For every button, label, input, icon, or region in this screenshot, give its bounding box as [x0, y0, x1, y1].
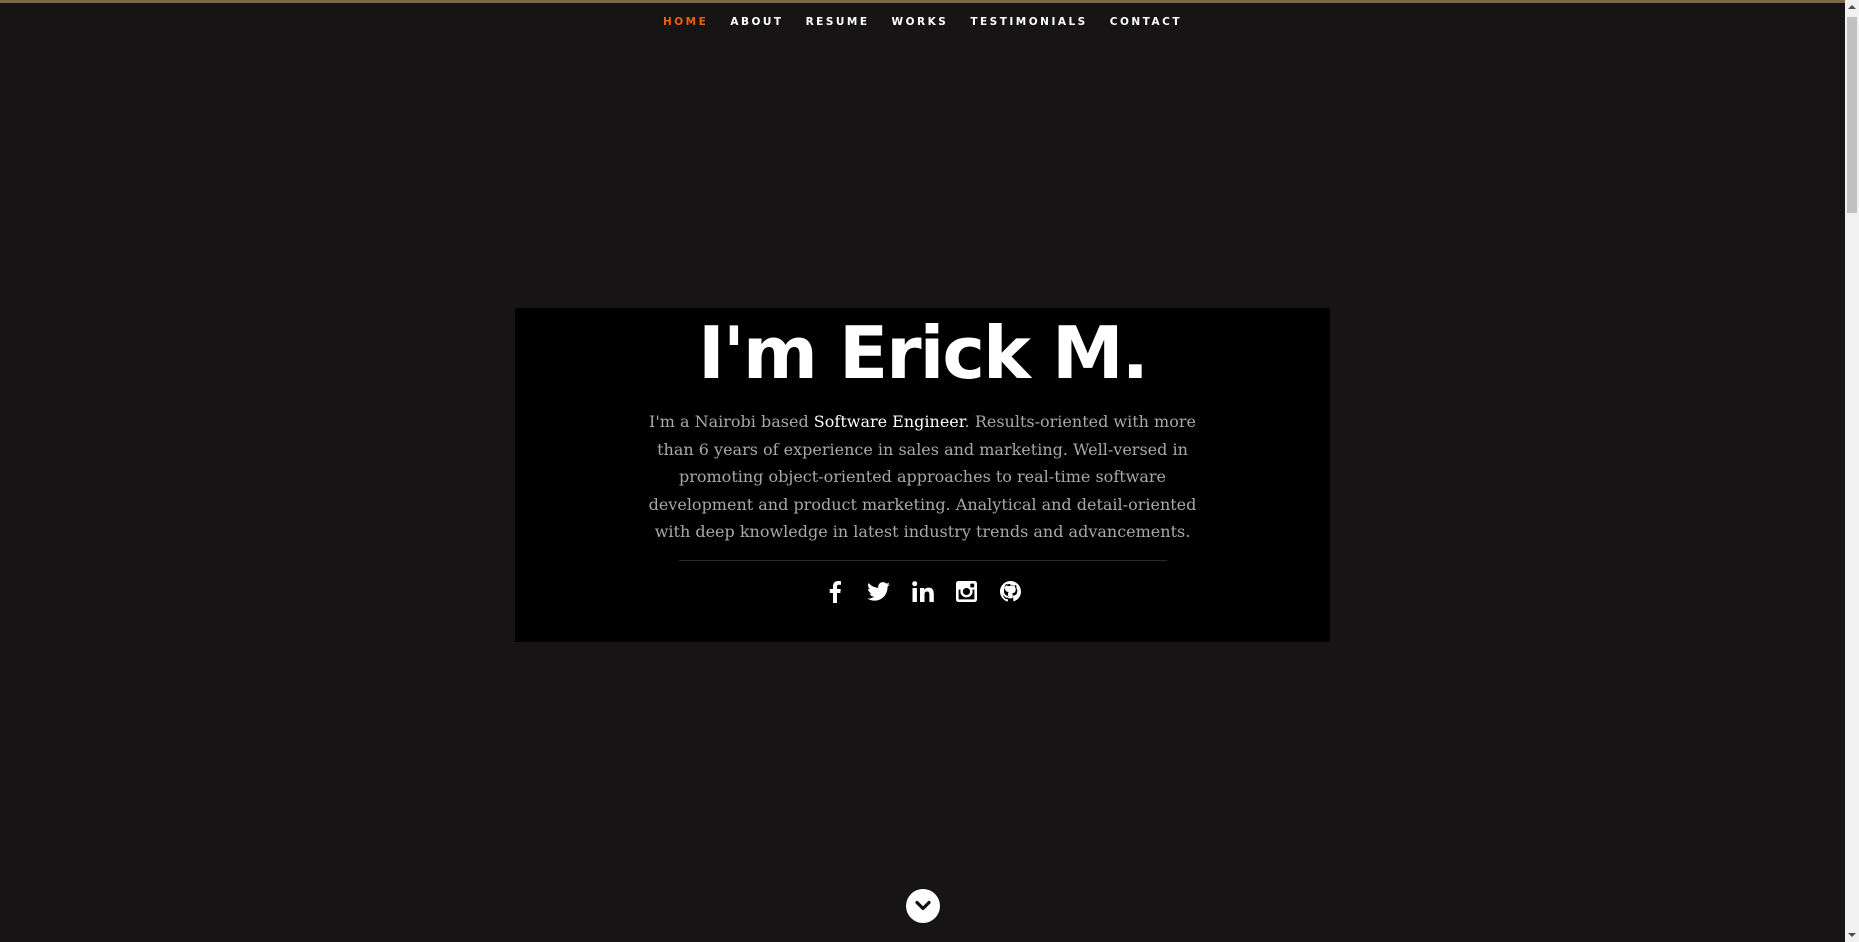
- twitter-icon[interactable]: [866, 579, 892, 605]
- nav-link-about[interactable]: ABOUT: [730, 10, 783, 34]
- nav-link-works[interactable]: WORKS: [892, 10, 949, 34]
- scroll-up-arrow-icon[interactable]: [1845, 0, 1859, 14]
- hero-banner: I'm Erick M. I'm a Nairobi based Softwar…: [515, 308, 1330, 642]
- scrollbar-thumb[interactable]: [1847, 17, 1857, 213]
- nav-item-works: WORKS: [892, 10, 949, 34]
- social-links: [515, 579, 1330, 605]
- facebook-icon[interactable]: [822, 579, 848, 605]
- intro-text-rest: . Results-oriented with more than 6 year…: [648, 412, 1197, 541]
- main-nav: HOME ABOUT RESUME WORKS TESTIMONIALS CON…: [0, 3, 1845, 41]
- nav-item-testimonials: TESTIMONIALS: [970, 10, 1087, 34]
- instagram-icon[interactable]: [954, 579, 980, 605]
- hero-divider: [678, 559, 1167, 561]
- nav-item-resume: RESUME: [806, 10, 870, 34]
- github-icon[interactable]: [998, 579, 1024, 605]
- nav-list: HOME ABOUT RESUME WORKS TESTIMONIALS CON…: [652, 10, 1193, 34]
- hero-intro: I'm a Nairobi based Software Engineer. R…: [633, 408, 1213, 546]
- scroll-down-arrow-icon[interactable]: [1845, 928, 1859, 942]
- scroll-down-button[interactable]: [906, 889, 940, 923]
- nav-link-resume[interactable]: RESUME: [806, 10, 870, 34]
- nav-item-about: ABOUT: [730, 10, 783, 34]
- nav-item-home: HOME: [663, 10, 708, 34]
- job-title-highlight: Software Engineer: [813, 412, 965, 431]
- hero-title: I'm Erick M.: [698, 311, 1149, 395]
- nav-link-home[interactable]: HOME: [663, 10, 708, 34]
- intro-text-start: I'm a Nairobi based: [649, 412, 814, 431]
- nav-link-contact[interactable]: CONTACT: [1110, 10, 1182, 34]
- nav-item-contact: CONTACT: [1110, 10, 1182, 34]
- nav-link-testimonials[interactable]: TESTIMONIALS: [970, 10, 1087, 34]
- chevron-down-icon: [915, 900, 931, 912]
- linkedin-icon[interactable]: [910, 579, 936, 605]
- page-scrollbar[interactable]: [1845, 0, 1859, 942]
